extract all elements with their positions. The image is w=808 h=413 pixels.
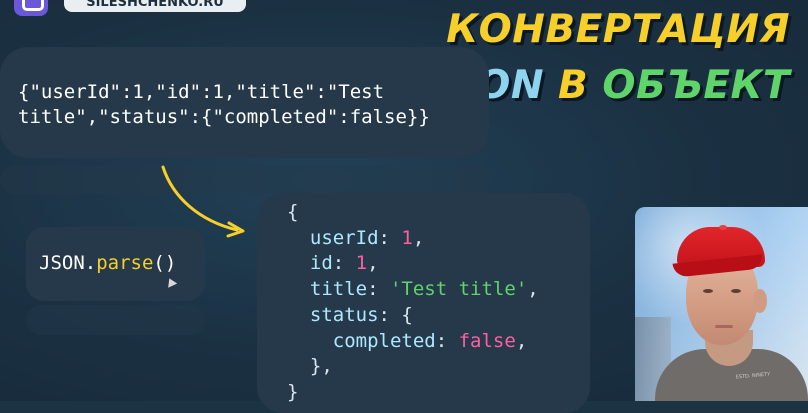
userid-key: userId bbox=[309, 226, 379, 249]
logo-icon bbox=[14, 0, 48, 16]
object-open-brace: { bbox=[287, 201, 299, 223]
parse-parens: () bbox=[153, 252, 177, 274]
presenter-right-eye bbox=[731, 289, 741, 293]
title-line-1: КОНВЕРТАЦИЯ bbox=[446, 7, 790, 52]
parse-method: parse bbox=[96, 252, 154, 274]
red-cap-button bbox=[719, 225, 727, 230]
presenter-left-eye bbox=[703, 289, 713, 293]
object-code: { userId: 1, id: 1, title: 'Test title',… bbox=[287, 201, 539, 403]
completed-value: false bbox=[458, 329, 516, 352]
parse-bubble-reflection bbox=[26, 305, 205, 335]
title-value: 'Test title' bbox=[389, 278, 528, 301]
site-badge: SILESHCHENKO.RU bbox=[64, 0, 246, 12]
parse-object: JSON. bbox=[39, 252, 97, 274]
presenter-ear bbox=[753, 289, 767, 313]
json-string-text: {"userId":1,"id":1,"title":"Test title",… bbox=[18, 80, 430, 130]
status-close-brace: }, bbox=[309, 355, 333, 378]
status-open-brace: { bbox=[401, 303, 413, 326]
title-object-word: ОБЪЕКТ bbox=[602, 63, 790, 108]
presenter-mouth bbox=[715, 325, 733, 328]
status-key: status bbox=[309, 303, 379, 326]
object-close-brace: } bbox=[287, 380, 299, 403]
id-value: 1 bbox=[355, 252, 368, 275]
title-key: title bbox=[309, 278, 368, 301]
id-key: id bbox=[309, 252, 333, 275]
title-v-word: В bbox=[558, 63, 589, 108]
parse-call-text: JSON.parse() bbox=[39, 250, 176, 276]
completed-key: completed bbox=[332, 329, 436, 352]
json-line-1: {"userId":1,"id":1,"title":"Test bbox=[18, 81, 385, 103]
userid-value: 1 bbox=[401, 226, 413, 249]
presenter-video: ESTD. NINETY bbox=[635, 207, 808, 401]
json-line-2: title","status":{"completed":false}} bbox=[18, 106, 430, 128]
